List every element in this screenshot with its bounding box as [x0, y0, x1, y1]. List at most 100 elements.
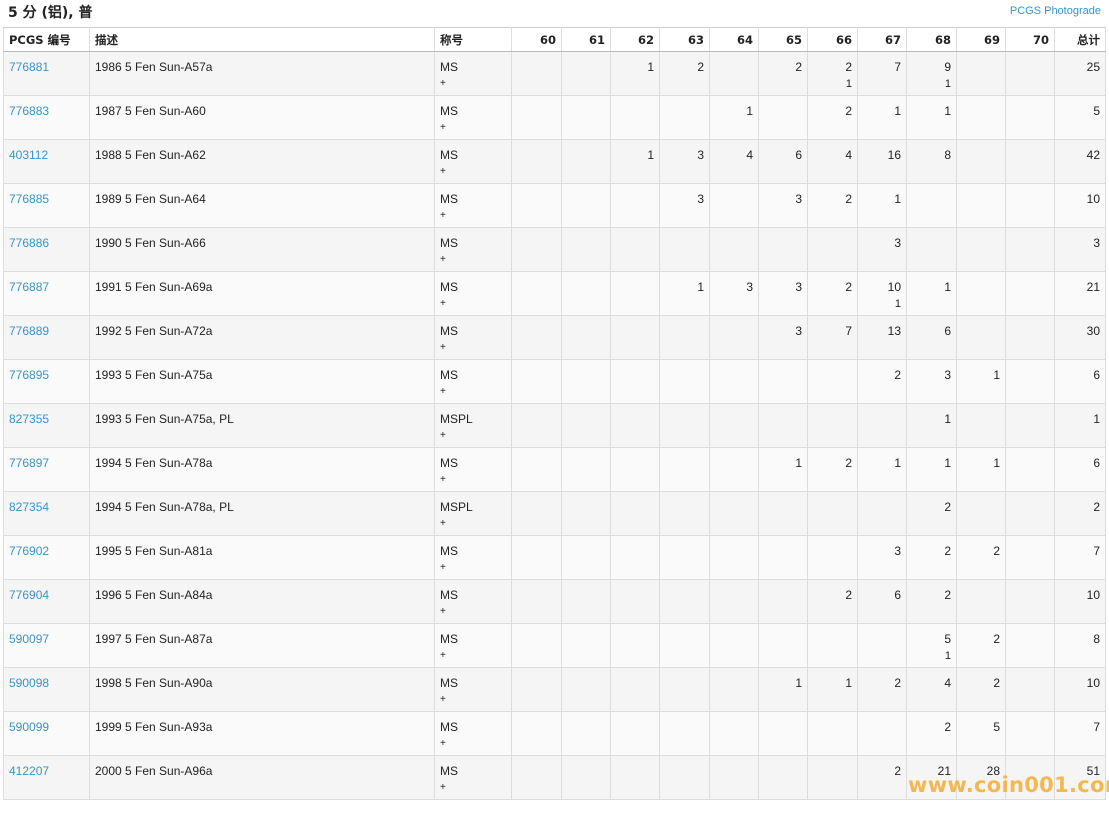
- pcgs-code-link[interactable]: 412207: [9, 764, 49, 778]
- total-cell: 10: [1054, 579, 1106, 624]
- grade-count-cell: [511, 755, 562, 800]
- grade-count-cell: [807, 711, 858, 756]
- grade-count-cell: [1005, 315, 1055, 360]
- pcgs-code-link[interactable]: 776889: [9, 324, 49, 338]
- pcgs-code-link[interactable]: 776904: [9, 588, 49, 602]
- grade-count: 16: [887, 148, 901, 162]
- grade-count-cell: [561, 623, 611, 668]
- grade-count-cell: [758, 535, 808, 580]
- table-row: 776887 1991 5 Fen Sun-A69a MS +1 3 3 2 10 1 1 21: [3, 271, 1106, 316]
- grade-count-cell: [1005, 491, 1055, 536]
- designation-cell: MS +: [434, 95, 512, 140]
- grade-count-cell: 5: [956, 711, 1006, 756]
- pcgs-code-cell: 776883: [3, 95, 90, 140]
- grade-count-cell: [610, 403, 660, 448]
- grade-count-cell: 1: [610, 51, 660, 96]
- grade-count-cell: 91: [906, 51, 957, 96]
- grade-count-cell: 1: [906, 271, 957, 316]
- grade-count-cell: [758, 711, 808, 756]
- grade-count-cell: [1005, 447, 1055, 492]
- grade-count-cell: [561, 667, 611, 712]
- grade-count-cell: [1005, 51, 1055, 96]
- grade-count-cell: [610, 755, 660, 800]
- grade-count-cell: 3: [758, 183, 808, 228]
- designation-cell: MSPL +: [434, 491, 512, 536]
- grade-count: 2: [697, 60, 704, 74]
- pcgs-code-link[interactable]: 590099: [9, 720, 49, 734]
- grade-count-cell: 3: [906, 359, 957, 404]
- grade-count-cell: [659, 95, 710, 140]
- total-cell: 6: [1054, 359, 1106, 404]
- pcgs-code-link[interactable]: 776885: [9, 192, 49, 206]
- grade-count-cell: [807, 623, 858, 668]
- pcgs-code-link[interactable]: 776886: [9, 236, 49, 250]
- pcgs-code-link[interactable]: 590097: [9, 632, 49, 646]
- pcgs-code-link[interactable]: 776883: [9, 104, 49, 118]
- grade-count: 1: [795, 456, 802, 470]
- grade-count-cell: [709, 403, 759, 448]
- grade-count-cell: [709, 359, 759, 404]
- grade-count-cell: [857, 711, 907, 756]
- grade-count-cell: [561, 711, 611, 756]
- pcgs-code-link[interactable]: 776881: [9, 60, 49, 74]
- designation-cell: MS +: [434, 183, 512, 228]
- grade-count-cell: [511, 227, 562, 272]
- grade-count-cell: [561, 51, 611, 96]
- description-cell: 1996 5 Fen Sun-A84a: [89, 579, 435, 624]
- grade-count: 7: [845, 324, 852, 338]
- grade-count-cell: [659, 403, 710, 448]
- column-header-grade: 69: [956, 27, 1006, 52]
- plus-designation: +: [440, 298, 446, 309]
- pcgs-code-link[interactable]: 590098: [9, 676, 49, 690]
- column-header-grade: 65: [758, 27, 808, 52]
- pcgs-code-link[interactable]: 776902: [9, 544, 49, 558]
- grade-count-cell: [511, 403, 562, 448]
- grade-count-cell: [561, 183, 611, 228]
- grade-count-cell: [758, 95, 808, 140]
- plus-designation: +: [440, 650, 446, 661]
- table-row: 776897 1994 5 Fen Sun-A78a MS +1 2 1 1 1 6: [3, 447, 1106, 492]
- grade-count-cell: [956, 491, 1006, 536]
- pcgs-code-cell: 776886: [3, 227, 90, 272]
- grade-count-cell: [956, 403, 1006, 448]
- column-header-grade: 62: [610, 27, 660, 52]
- pcgs-code-link[interactable]: 403112: [9, 148, 48, 162]
- grade-count: 7: [894, 60, 901, 74]
- grade-count-cell: [511, 447, 562, 492]
- grade-count-cell: [659, 623, 710, 668]
- pcgs-code-link[interactable]: 776897: [9, 456, 49, 470]
- photograde-link[interactable]: PCGS Photograde: [1010, 5, 1101, 17]
- designation-label: MS: [440, 720, 458, 734]
- designation-cell: MS +: [434, 755, 512, 800]
- grade-count-cell: [1005, 403, 1055, 448]
- grade-count-cell: 1: [758, 447, 808, 492]
- grade-count: 13: [887, 324, 901, 338]
- grade-count-cell: [659, 227, 710, 272]
- pcgs-code-cell: 776902: [3, 535, 90, 580]
- grade-count: 2: [845, 60, 852, 74]
- grade-count-cell: [1005, 623, 1055, 668]
- grade-count-cell: 2: [956, 623, 1006, 668]
- pcgs-code-link[interactable]: 776887: [9, 280, 49, 294]
- grade-count: 28: [986, 764, 1000, 778]
- grade-count: 1: [894, 192, 901, 206]
- plus-designation: +: [440, 254, 446, 265]
- grade-count-cell: 2: [807, 183, 858, 228]
- grade-count: 6: [894, 588, 901, 602]
- grade-count-cell: [758, 491, 808, 536]
- pcgs-code-link[interactable]: 827354: [9, 500, 49, 514]
- pcgs-code-link[interactable]: 827355: [9, 412, 49, 426]
- table-row: 776881 1986 5 Fen Sun-A57a MS +1 2 2 2 1 7 9 1 25: [3, 51, 1106, 96]
- total-cell: 30: [1054, 315, 1106, 360]
- designation-cell: MS +: [434, 315, 512, 360]
- grade-count-cell: [807, 403, 858, 448]
- grade-count: 3: [795, 192, 802, 206]
- pcgs-code-link[interactable]: 776895: [9, 368, 49, 382]
- grade-count: 2: [944, 544, 951, 558]
- grade-count-cell: 1: [906, 95, 957, 140]
- grade-count-cell: [511, 491, 562, 536]
- plus-designation: +: [440, 386, 446, 397]
- pcgs-code-cell: 776885: [3, 183, 90, 228]
- grade-count-cell: [956, 579, 1006, 624]
- pcgs-code-cell: 590099: [3, 711, 90, 756]
